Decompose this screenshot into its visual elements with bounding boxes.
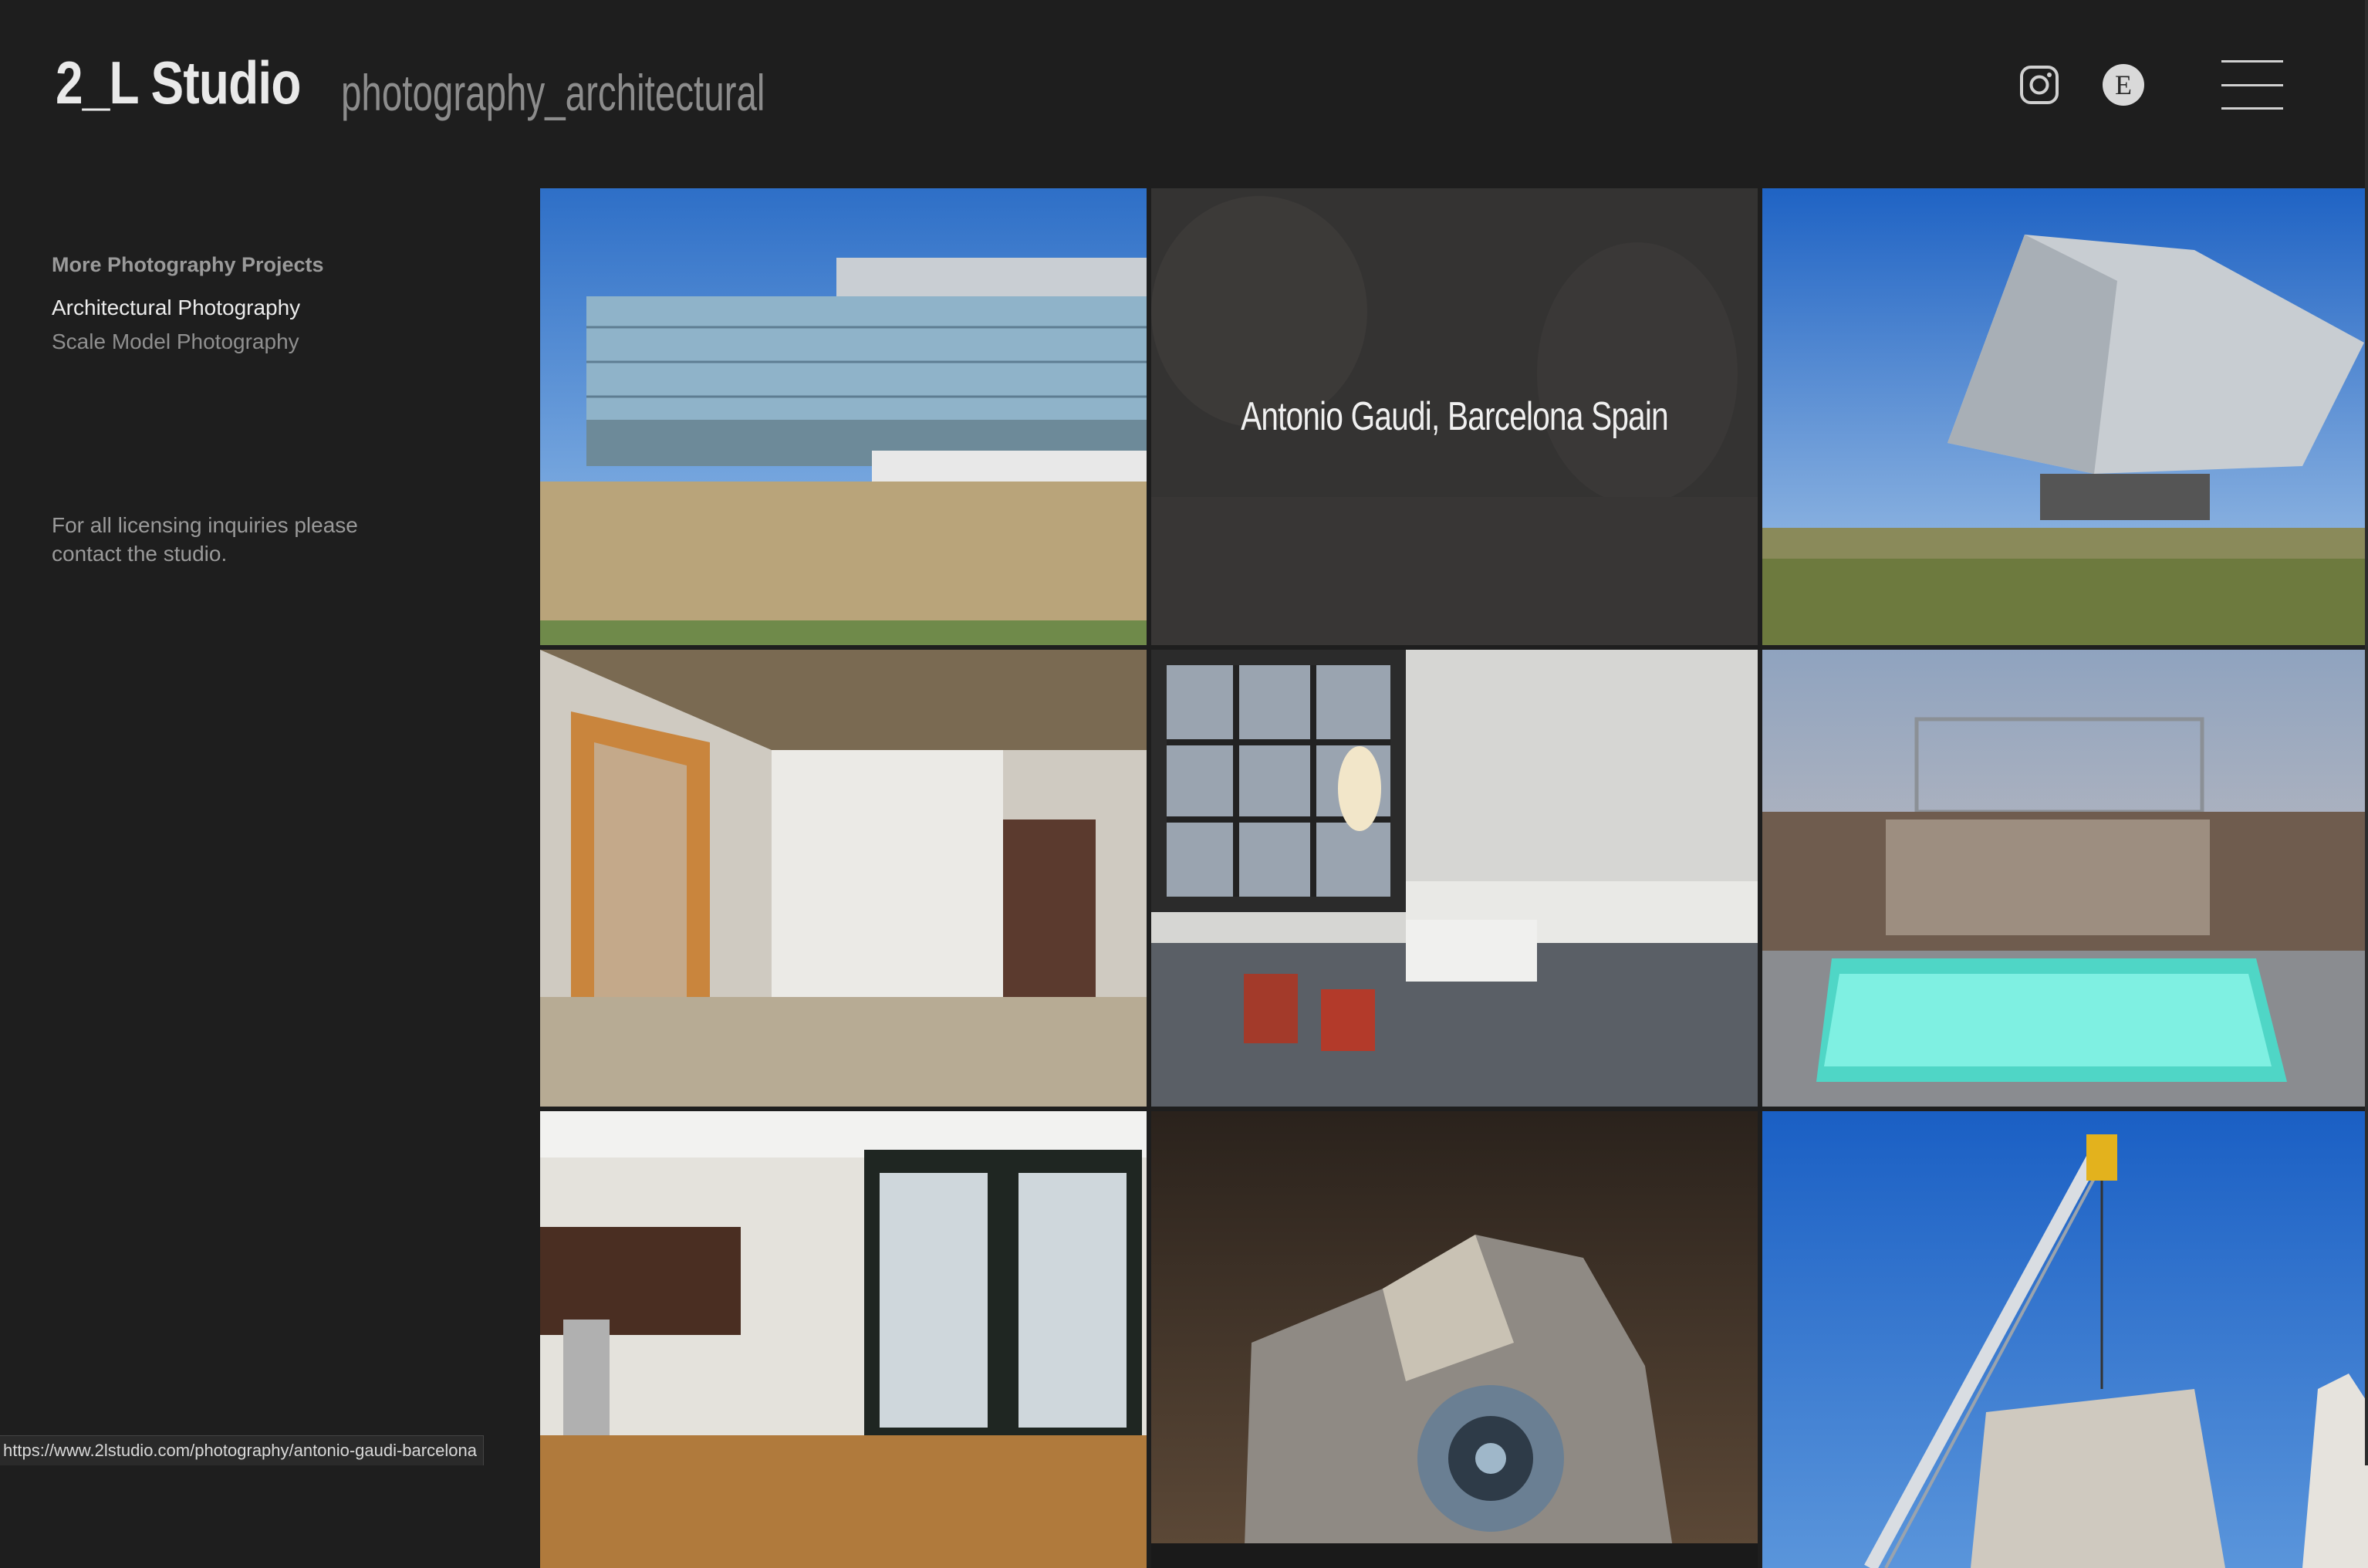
brand-tagline: photography_architectural [341,64,765,121]
gallery-tile[interactable] [1762,1111,2368,1568]
gallery-tile[interactable] [1762,650,2368,1107]
construction-crane-photo [1762,1111,2368,1568]
instagram-icon[interactable] [2019,65,2059,105]
scrollbar[interactable] [2365,0,2368,1465]
gallery-tile[interactable] [1762,188,2368,645]
sidebar-heading: More Photography Projects [52,253,324,276]
sidebar: More Photography Projects Architectural … [52,253,453,363]
status-bar-url: https://www.2lstudio.com/photography/ant… [0,1435,484,1465]
gallery-tile[interactable] [540,650,1147,1107]
gallery-tile[interactable] [540,188,1147,645]
pavilion-photo [1762,188,2368,645]
loft-kitchen-photo [540,1111,1147,1568]
building-photo [540,188,1147,645]
etsy-icon[interactable]: E [2103,64,2144,106]
hamburger-menu-icon[interactable] [2221,60,2283,110]
concert-hall-night-photo [1151,1111,1758,1568]
office-interior-photo [1151,650,1758,1107]
gallery-interior-photo [540,650,1147,1107]
gallery-tile[interactable] [1151,1111,1758,1568]
gallery-tile-gaudi[interactable]: Antonio Gaudi, Barcelona Spain [1151,188,1758,645]
rooftop-pool-photo [1762,650,2368,1107]
brand-name[interactable]: 2_L Studio [56,48,301,118]
header-icons: E [2019,60,2283,110]
sidebar-link-architectural[interactable]: Architectural Photography [52,296,453,320]
sidebar-link-scale-model[interactable]: Scale Model Photography [52,329,453,354]
tile-caption: Antonio Gaudi, Barcelona Spain [1241,394,1669,439]
gallery-tile[interactable] [540,1111,1147,1568]
gallery-grid: Antonio Gaudi, Barcelona Spain [540,188,2368,1568]
licensing-note: For all licensing inquiries please conta… [52,513,358,566]
brand[interactable]: 2_L Studio photography_architectural [56,48,765,121]
gallery-tile[interactable] [1151,650,1758,1107]
